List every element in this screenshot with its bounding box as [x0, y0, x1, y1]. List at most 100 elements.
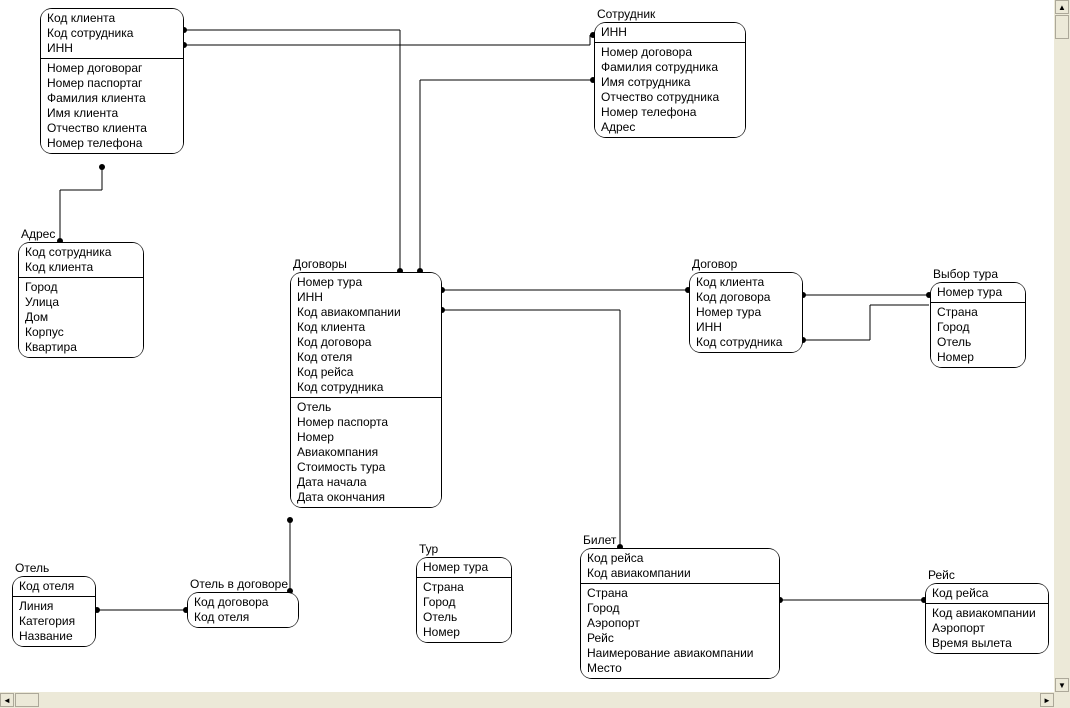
attr-field: Фамилия сотрудника	[601, 60, 739, 75]
attr-field: Квартира	[25, 340, 137, 355]
attr-field: Стоимость тура	[297, 460, 435, 475]
entity-tour-choice[interactable]: Выбор тура Номер тура Страна Город Отель…	[930, 282, 1026, 368]
key-field: Номер тура	[696, 305, 796, 320]
key-field: Код сотрудника	[297, 380, 435, 395]
attr-field: Номер договораг	[47, 61, 177, 76]
attr-field: Фамилия клиента	[47, 91, 177, 106]
entity-title: Договор	[692, 257, 737, 271]
attr-field: Отчество клиента	[47, 121, 177, 136]
key-field: Код клиента	[297, 320, 435, 335]
attr-field: Дата окончания	[297, 490, 435, 505]
key-field: Код клиента	[696, 275, 796, 290]
attr-field: Название	[19, 629, 89, 644]
attr-field: Авиакомпания	[297, 445, 435, 460]
scrollbar-corner	[1054, 692, 1070, 708]
vertical-scrollbar[interactable]: ▲ ▼	[1054, 0, 1070, 692]
attr-field: Аэропорт	[587, 616, 773, 631]
attr-field: Номер	[297, 430, 435, 445]
entity-title: Договоры	[293, 257, 347, 271]
key-field: Код отеля	[19, 579, 89, 594]
attr-field: Номер телефона	[601, 105, 739, 120]
key-field: Код отеля	[194, 610, 292, 625]
key-field: Номер тура	[937, 285, 1019, 300]
attr-field: Страна	[937, 305, 1019, 320]
attr-field: Улица	[25, 295, 137, 310]
entity-title: Адрес	[21, 227, 55, 241]
attr-field: Время вылета	[932, 636, 1042, 651]
attr-field: Город	[587, 601, 773, 616]
entity-ticket[interactable]: Билет Код рейса Код авиакомпании Страна …	[580, 548, 780, 679]
scroll-down-button[interactable]: ▼	[1055, 678, 1069, 692]
attr-field: Корпус	[25, 325, 137, 340]
entity-title: Билет	[583, 533, 616, 547]
key-field: ИНН	[696, 320, 796, 335]
entity-client[interactable]: Код клиента Код сотрудника ИНН Номер дог…	[40, 8, 184, 154]
entity-title: Отель в договоре	[190, 577, 288, 591]
key-field: Код договора	[696, 290, 796, 305]
attr-field: Страна	[587, 586, 773, 601]
scroll-left-button[interactable]: ◄	[0, 693, 14, 707]
key-field: Код договора	[194, 595, 292, 610]
scroll-thumb[interactable]	[1055, 15, 1069, 39]
key-field: Код авиакомпании	[297, 305, 435, 320]
attr-field: Дом	[25, 310, 137, 325]
attr-field: Отчество сотрудника	[601, 90, 739, 105]
attr-field: Номер	[423, 625, 505, 640]
key-field: Код клиента	[25, 260, 137, 275]
attr-field: Отель	[423, 610, 505, 625]
entity-contracts[interactable]: Договоры Номер тура ИНН Код авиакомпании…	[290, 272, 442, 508]
key-field: Код сотрудника	[25, 245, 137, 260]
entity-flight[interactable]: Рейс Код рейса Код авиакомпании Аэропорт…	[925, 583, 1049, 654]
attr-field: Номер паспортаг	[47, 76, 177, 91]
attr-field: Дата начала	[297, 475, 435, 490]
entity-title: Сотрудник	[597, 7, 655, 21]
attr-field: Номер паспорта	[297, 415, 435, 430]
key-field: ИНН	[297, 290, 435, 305]
diagram-canvas[interactable]: Код клиента Код сотрудника ИНН Номер дог…	[0, 0, 1054, 692]
entity-employee[interactable]: Сотрудник ИНН Номер договора Фамилия сот…	[594, 22, 746, 138]
attr-field: Номер	[937, 350, 1019, 365]
attr-field: Город	[25, 280, 137, 295]
entity-title: Отель	[15, 561, 49, 575]
key-field: Код рейса	[587, 551, 773, 566]
entity-tour[interactable]: Тур Номер тура Страна Город Отель Номер	[416, 557, 512, 643]
key-field: Код рейса	[297, 365, 435, 380]
attr-field: Адрес	[601, 120, 739, 135]
entity-contract[interactable]: Договор Код клиента Код договора Номер т…	[689, 272, 803, 353]
key-field: Код договора	[297, 335, 435, 350]
scroll-right-button[interactable]: ►	[1040, 693, 1054, 707]
entity-title: Рейс	[928, 568, 955, 582]
scroll-thumb[interactable]	[15, 693, 39, 707]
key-field: Номер тура	[423, 560, 505, 575]
key-field: ИНН	[47, 41, 177, 56]
attr-field: Наимерование авиакомпании	[587, 646, 773, 661]
attr-field: Отель	[937, 335, 1019, 350]
key-field: Код сотрудника	[47, 26, 177, 41]
attr-field: Категория	[19, 614, 89, 629]
key-field: Код рейса	[932, 586, 1042, 601]
attr-field: Имя сотрудника	[601, 75, 739, 90]
attr-field: Город	[423, 595, 505, 610]
attr-field: Аэропорт	[932, 621, 1042, 636]
attr-field: Номер договора	[601, 45, 739, 60]
key-field: Код отеля	[297, 350, 435, 365]
horizontal-scrollbar[interactable]: ◄ ►	[0, 692, 1054, 708]
attr-field: Страна	[423, 580, 505, 595]
attr-field: Номер телефона	[47, 136, 177, 151]
attr-field: Код авиакомпании	[932, 606, 1042, 621]
attr-field: Имя клиента	[47, 106, 177, 121]
attr-field: Рейс	[587, 631, 773, 646]
key-field: ИНН	[601, 25, 739, 40]
entity-address[interactable]: Адрес Код сотрудника Код клиента Город У…	[18, 242, 144, 358]
key-field: Код авиакомпании	[587, 566, 773, 581]
attr-field: Место	[587, 661, 773, 676]
entity-hotel-in-contract[interactable]: Отель в договоре Код договора Код отеля	[187, 592, 299, 628]
attr-field: Линия	[19, 599, 89, 614]
key-field: Код сотрудника	[696, 335, 796, 350]
entity-title: Тур	[419, 542, 438, 556]
scroll-up-button[interactable]: ▲	[1055, 0, 1069, 14]
key-field: Номер тура	[297, 275, 435, 290]
attr-field: Город	[937, 320, 1019, 335]
entity-hotel[interactable]: Отель Код отеля Линия Категория Название	[12, 576, 96, 647]
attr-field: Отель	[297, 400, 435, 415]
